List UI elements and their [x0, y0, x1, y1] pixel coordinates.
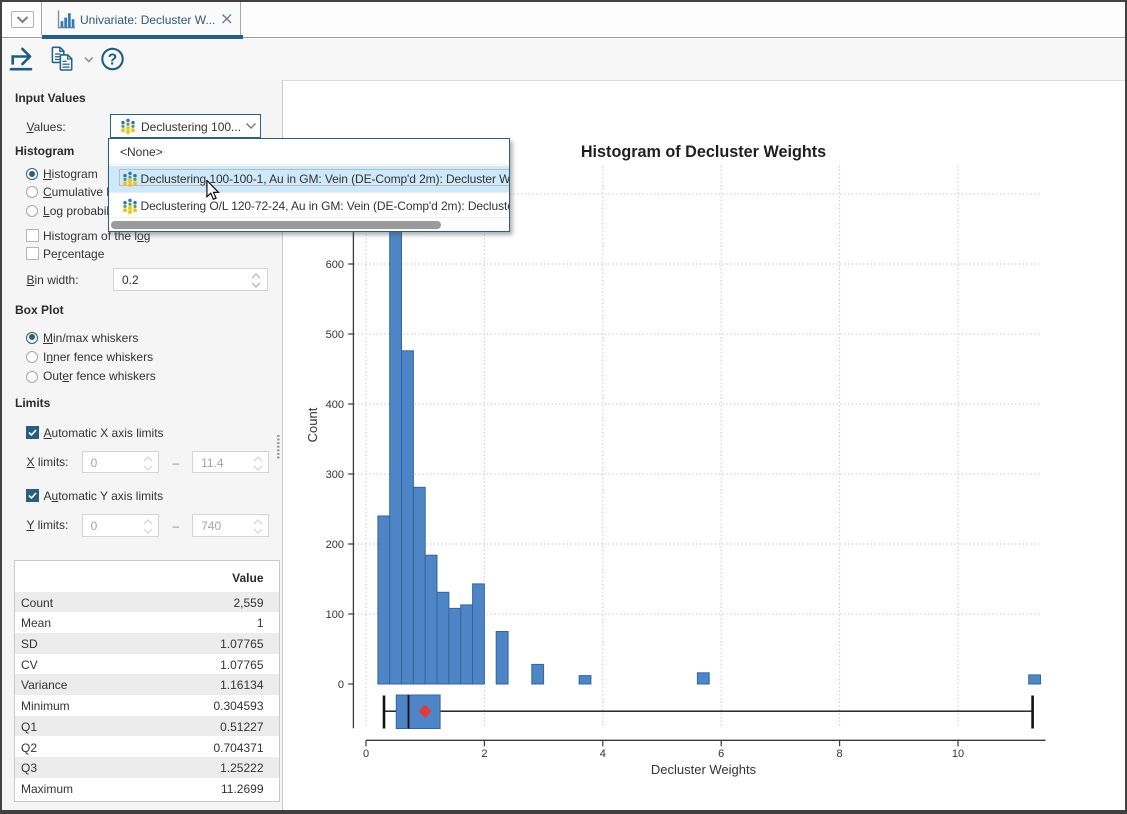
- svg-text:2: 2: [481, 748, 487, 760]
- svg-text:0: 0: [338, 679, 344, 691]
- svg-text:100: 100: [326, 609, 344, 621]
- svg-text:600: 600: [326, 259, 344, 271]
- svg-text:500: 500: [326, 329, 344, 341]
- svg-text:0: 0: [363, 748, 369, 760]
- svg-text:10: 10: [952, 748, 964, 760]
- svg-text:4: 4: [600, 748, 606, 760]
- svg-text:8: 8: [837, 748, 843, 760]
- svg-text:200: 200: [326, 539, 344, 551]
- svg-text:Histogram of Decluster Weights: Histogram of Decluster Weights: [581, 143, 826, 161]
- svg-text:Count: Count: [305, 407, 320, 442]
- svg-text:400: 400: [326, 399, 344, 411]
- svg-text:6: 6: [718, 748, 724, 760]
- svg-text:300: 300: [326, 469, 344, 481]
- svg-text:Decluster Weights: Decluster Weights: [651, 762, 757, 777]
